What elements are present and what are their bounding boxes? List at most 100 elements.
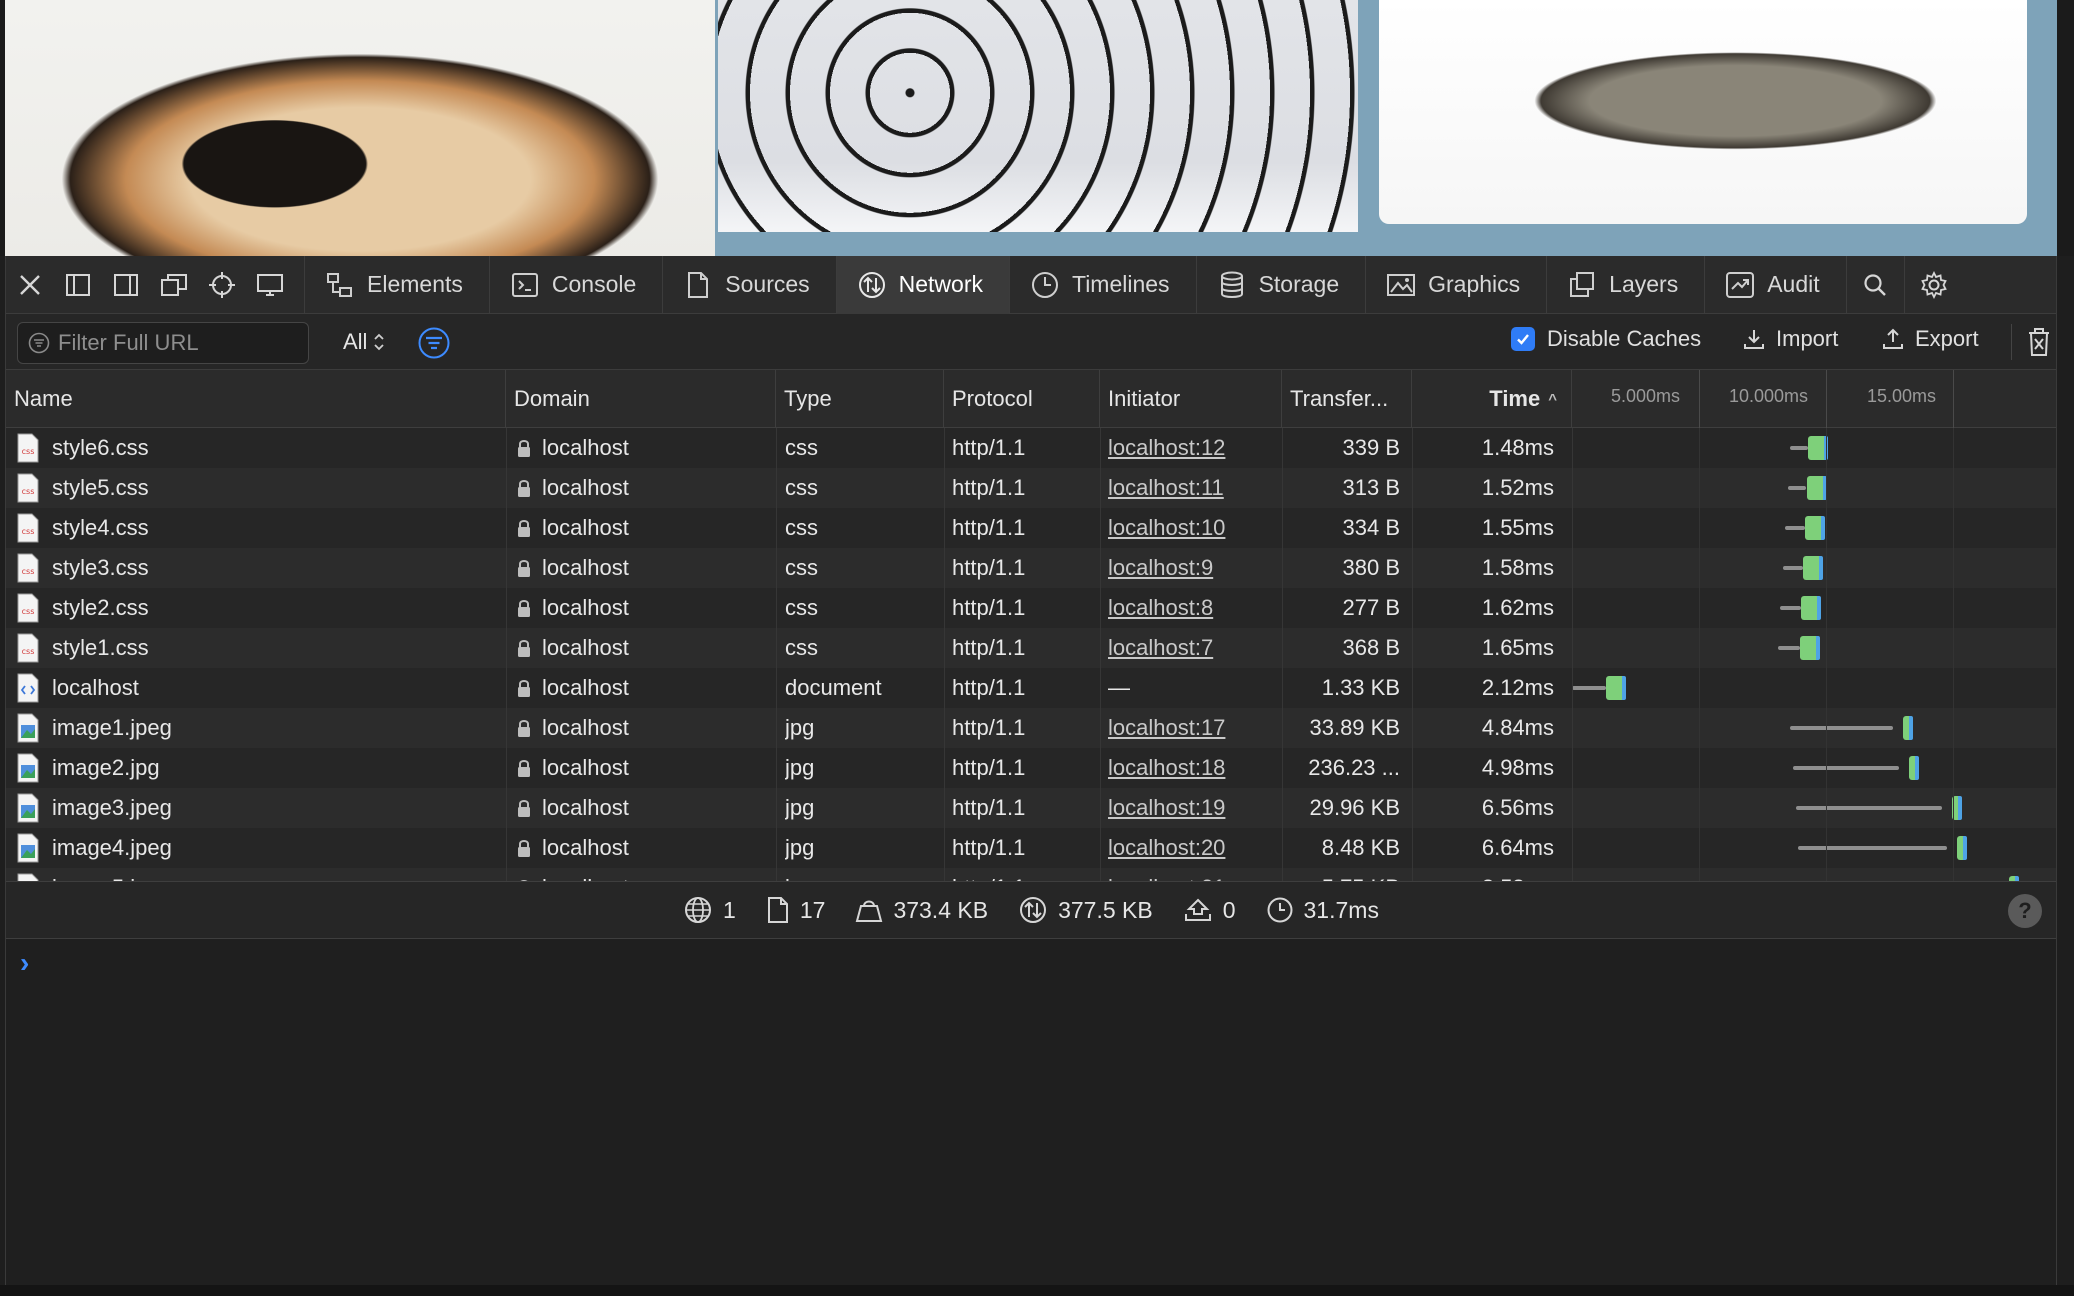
request-domain-cell: localhost <box>516 868 776 881</box>
device-preview-icon[interactable] <box>246 256 294 314</box>
tab-label: Audit <box>1767 271 1820 297</box>
initiator-link[interactable]: localhost:9 <box>1108 555 1213 581</box>
filter-url-field[interactable] <box>17 322 309 364</box>
filter-url-input[interactable] <box>58 330 298 356</box>
settings-gear-icon[interactable] <box>1905 256 1963 314</box>
tab-console[interactable]: Console <box>490 255 664 314</box>
desktop-background <box>0 1285 2074 1296</box>
resource-type-value: All <box>343 329 368 354</box>
tab-graphics[interactable]: Graphics <box>1366 255 1548 314</box>
column-header-waterfall: 5.000ms 10.000ms 15.00ms <box>1572 370 2056 428</box>
svg-text:css: css <box>22 447 35 456</box>
request-name-cell: css style6.css <box>16 428 506 468</box>
waterfall-wait-line <box>1792 766 1900 770</box>
filter-icon <box>28 332 50 354</box>
tab-audit[interactable]: Audit <box>1705 255 1847 314</box>
tab-timelines[interactable]: Timelines <box>1010 255 1197 314</box>
request-protocol: http/1.1 <box>952 555 1026 580</box>
table-row[interactable]: image5.jpeg localhost jpg http/1.1 localhost… <box>6 868 2056 881</box>
network-filter-bar: All Disable Caches Import Export <box>6 314 2056 370</box>
search-icon[interactable] <box>1847 255 1905 314</box>
request-domain: localhost <box>542 835 629 860</box>
request-name-cell: css style4.css <box>16 508 506 548</box>
request-protocol: http/1.1 <box>952 715 1026 740</box>
request-waterfall <box>1568 468 2056 508</box>
tab-layers[interactable]: Layers <box>1547 255 1706 314</box>
request-waterfall <box>1568 428 2056 468</box>
table-row[interactable]: image4.jpeg localhost jpg http/1.1 localhost… <box>6 828 2056 868</box>
help-button[interactable]: ? <box>2008 894 2042 928</box>
disable-caches-checkbox[interactable] <box>1511 327 1535 351</box>
column-header-domain[interactable]: Domain <box>506 370 776 428</box>
network-icon <box>857 270 887 300</box>
import-button[interactable]: Import <box>1742 326 1838 352</box>
column-header-label: Transfer... <box>1290 386 1389 411</box>
table-row[interactable]: css style4.css localhost css http/1.1 localho… <box>6 508 2056 548</box>
close-icon[interactable] <box>6 256 54 314</box>
svg-text:css: css <box>22 607 35 616</box>
resource-type-select[interactable]: All <box>343 324 385 360</box>
table-row[interactable]: localhost localhost document http/1.1 — 1.33 … <box>6 668 2056 708</box>
table-row[interactable]: css style5.css localhost css http/1.1 localho… <box>6 468 2056 508</box>
import-label: Import <box>1776 326 1839 351</box>
tab-label: Storage <box>1258 271 1340 297</box>
table-row[interactable]: css style2.css localhost css http/1.1 localho… <box>6 588 2056 628</box>
summary-redirects-value: 0 <box>1222 896 1236 923</box>
clear-trash-icon[interactable] <box>2024 326 2054 358</box>
column-header-time[interactable]: Time ^ <box>1412 370 1572 428</box>
initiator-link[interactable]: localhost:11 <box>1108 475 1224 501</box>
summary-requests-value: 17 <box>799 896 826 923</box>
lock-icon <box>516 718 532 738</box>
summary-resources: 1 <box>683 895 736 925</box>
column-header-transfer[interactable]: Transfer... <box>1282 370 1412 428</box>
table-row[interactable]: image2.jpg localhost jpg http/1.1 localhost:… <box>6 748 2056 788</box>
summary-size: 377.5 KB <box>1018 895 1153 925</box>
waterfall-gridline <box>1826 428 1827 881</box>
tab-label: Console <box>551 271 637 297</box>
table-row[interactable]: image1.jpeg localhost jpg http/1.1 localhost… <box>6 708 2056 748</box>
tab-sources[interactable]: Sources <box>663 255 837 314</box>
waterfall-wait-line <box>1798 846 1947 850</box>
export-button[interactable]: Export <box>1881 326 1979 352</box>
request-time: 8.58ms <box>1406 868 1554 881</box>
column-header-protocol[interactable]: Protocol <box>944 370 1100 428</box>
column-header-initiator[interactable]: Initiator <box>1100 370 1282 428</box>
request-time: 4.98ms <box>1481 755 1554 780</box>
initiator-link[interactable]: localhost:12 <box>1108 435 1225 461</box>
column-header-label: Name <box>14 386 73 411</box>
column-divider <box>944 428 945 881</box>
dock-left-icon[interactable] <box>54 256 102 314</box>
request-waterfall <box>1568 508 2056 548</box>
detach-window-icon[interactable] <box>150 256 198 314</box>
tab-network[interactable]: Network <box>836 255 1010 314</box>
dock-right-icon[interactable] <box>102 256 150 314</box>
initiator-link[interactable]: localhost:20 <box>1108 835 1225 861</box>
column-divider <box>1572 428 1573 881</box>
filter-options-icon[interactable] <box>417 326 451 360</box>
disable-caches-toggle[interactable]: Disable Caches <box>1511 326 1701 352</box>
request-transfer-size: 380 B <box>1342 555 1401 580</box>
initiator-link[interactable]: localhost:17 <box>1108 715 1225 741</box>
table-row[interactable]: image3.jpeg localhost jpg http/1.1 localhost… <box>6 788 2056 828</box>
tab-label: Network <box>898 271 983 297</box>
tab-storage[interactable]: Storage <box>1197 255 1367 314</box>
column-header-name[interactable]: Name <box>6 370 506 428</box>
initiator-link[interactable]: localhost:10 <box>1108 515 1225 541</box>
table-row[interactable]: css style6.css localhost css http/1.1 localho… <box>6 428 2056 468</box>
request-time: 1.58ms <box>1481 555 1554 580</box>
initiator-link[interactable]: localhost:19 <box>1108 795 1225 821</box>
initiator-link[interactable]: localhost:7 <box>1108 635 1213 661</box>
console-input[interactable] <box>46 949 1946 981</box>
lock-icon <box>516 678 532 698</box>
request-domain: localhost <box>542 435 629 460</box>
initiator-link[interactable]: localhost:18 <box>1108 755 1225 781</box>
tab-elements[interactable]: Elements <box>305 255 490 314</box>
initiator-link[interactable]: localhost:8 <box>1108 595 1213 621</box>
column-header-type[interactable]: Type <box>776 370 944 428</box>
element-picker-icon[interactable] <box>198 256 246 314</box>
request-type: css <box>785 515 818 540</box>
table-row[interactable]: css style3.css localhost css http/1.1 localho… <box>6 548 2056 588</box>
lock-icon <box>516 518 532 538</box>
request-time: 2.12ms <box>1481 675 1554 700</box>
table-row[interactable]: css style1.css localhost css http/1.1 localho… <box>6 628 2056 668</box>
